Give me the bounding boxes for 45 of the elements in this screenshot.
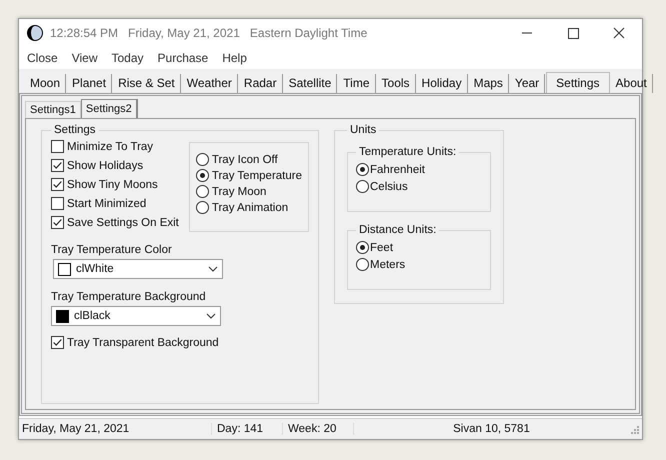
- status-field: Day: 141: [212, 423, 283, 435]
- group-title: Units: [349, 124, 378, 136]
- check-icon: [52, 160, 63, 171]
- status-field: Sivan 10, 5781: [354, 423, 629, 435]
- moon-icon: [26, 24, 44, 42]
- checkbox[interactable]: Save Settings On Exit: [51, 216, 179, 229]
- checkbox[interactable]: Show Tiny Moons: [51, 178, 179, 191]
- radio-button[interactable]: Fahrenheit: [356, 163, 482, 176]
- checkbox[interactable]: Tray Transparent Background: [51, 336, 309, 349]
- check-icon: [52, 179, 63, 190]
- radio-button[interactable]: Feet: [356, 241, 482, 254]
- menu-item[interactable]: Help: [222, 51, 247, 65]
- radio-button[interactable]: Celsius: [356, 180, 482, 193]
- menu-item[interactable]: Today: [111, 51, 144, 65]
- window-title-time: 12:28:54 PM: [50, 26, 118, 40]
- caret-icon: [208, 266, 218, 272]
- checkbox[interactable]: Start Minimized: [51, 197, 179, 210]
- resize-grip-icon[interactable]: [629, 424, 639, 434]
- status-field: Week: 20: [283, 423, 354, 435]
- tab[interactable]: Settings2: [80, 99, 138, 118]
- color-dropdown[interactable]: clBlack: [51, 306, 221, 326]
- status-field: Friday, May 21, 2021: [19, 423, 212, 435]
- check-icon: [52, 337, 63, 348]
- radio-button[interactable]: Tray Icon Off: [196, 153, 302, 166]
- radio-button[interactable]: Tray Moon: [196, 185, 302, 198]
- tab[interactable]: Settings1: [25, 101, 81, 118]
- menu-item[interactable]: View: [72, 51, 98, 65]
- field-label: Tray Temperature Background: [51, 291, 207, 303]
- field-label: Tray Temperature Color: [51, 244, 173, 256]
- window-title-zone: Eastern Daylight Time: [250, 26, 368, 40]
- group-title: Distance Units:: [358, 224, 438, 236]
- group-title: Settings: [53, 124, 97, 136]
- menu-item[interactable]: Close: [27, 51, 58, 65]
- radio-button[interactable]: Meters: [356, 258, 482, 271]
- tab[interactable]: Settings: [546, 72, 610, 93]
- check-icon: [52, 217, 63, 228]
- radio-button[interactable]: Tray Temperature: [196, 169, 302, 182]
- caret-icon: [206, 313, 216, 319]
- radio-button[interactable]: Tray Animation: [196, 201, 302, 214]
- checkbox[interactable]: Show Holidays: [51, 159, 179, 172]
- color-dropdown[interactable]: clWhite: [53, 259, 223, 279]
- menu-item[interactable]: Purchase: [158, 51, 208, 65]
- group-title: Temperature Units:: [358, 146, 458, 158]
- window-title-date: Friday, May 21, 2021: [128, 26, 240, 40]
- checkbox[interactable]: Minimize To Tray: [51, 140, 179, 153]
